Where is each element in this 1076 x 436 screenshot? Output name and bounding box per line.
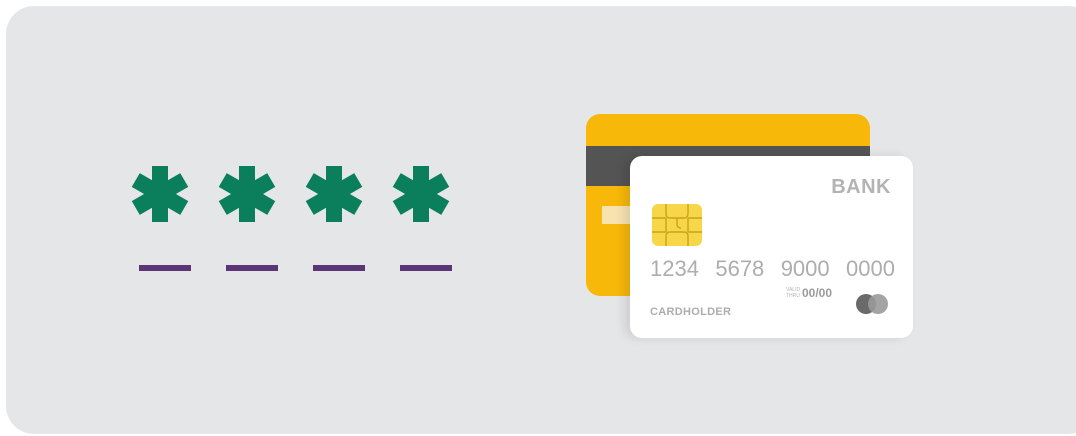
pin-code-display <box>130 160 470 290</box>
bank-name: BANK <box>831 176 891 198</box>
pin-slot-2 <box>217 160 278 280</box>
pin-underline <box>313 265 365 271</box>
card-front: BANK 1234 5678 9000 0000 VALID THRU 00/0… <box>630 156 913 338</box>
card-number-group: 5678 <box>715 256 765 281</box>
valid-thru: VALID THRU 00/00 <box>786 286 832 300</box>
expiry-date: 00/00 <box>802 286 833 300</box>
asterisk-icon <box>131 166 189 222</box>
pin-slot-1 <box>130 160 191 280</box>
pin-underline <box>400 265 452 271</box>
pin-underline <box>226 265 278 271</box>
pin-underline <box>139 265 191 271</box>
asterisk-icon <box>305 166 363 222</box>
asterisk-icon <box>392 166 450 222</box>
chip-icon <box>652 204 702 246</box>
valid-label-line: THRU <box>786 293 800 299</box>
card-number-group: 0000 <box>846 256 895 281</box>
asterisk-icon <box>218 166 276 222</box>
pin-slot-4 <box>391 160 452 280</box>
credit-card-illustration: BANK 1234 5678 9000 0000 VALID THRU 00/0… <box>586 114 916 340</box>
card-number-group: 9000 <box>780 256 830 281</box>
card-number: 1234 5678 9000 0000 <box>650 256 895 282</box>
cardholder-name: CARDHOLDER <box>650 306 732 318</box>
pin-slot-3 <box>304 160 365 280</box>
card-brand-logo-icon <box>856 294 888 314</box>
card-number-group: 1234 <box>650 256 699 281</box>
valid-thru-label: VALID THRU <box>786 287 800 299</box>
